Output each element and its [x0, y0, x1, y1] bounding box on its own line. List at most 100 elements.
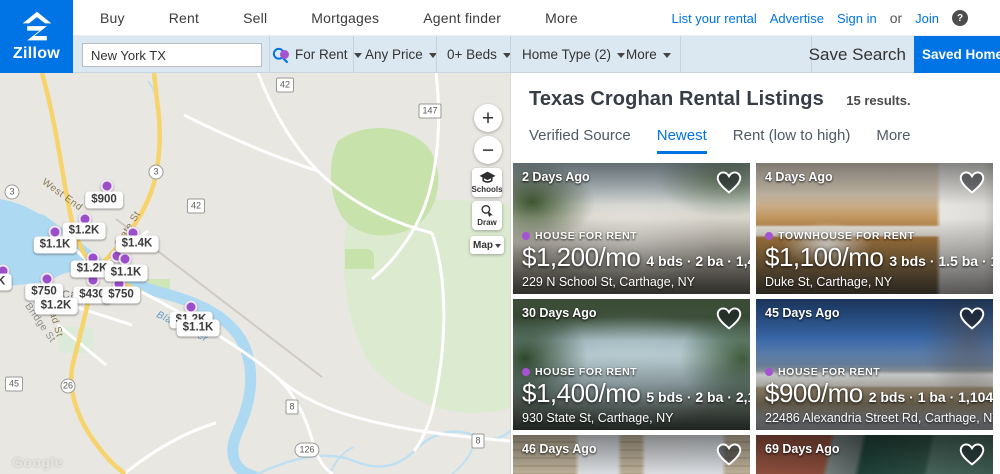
map-price-label[interactable]: $1.2K: [34, 297, 78, 315]
heart-icon: [716, 171, 742, 194]
map-attribution: Google: [12, 454, 64, 470]
divider: [269, 36, 270, 73]
favorite-button[interactable]: [958, 305, 986, 334]
filter-any-price-label: Any Price: [365, 47, 423, 62]
filter-for-rent-label: For Rent: [295, 47, 348, 62]
filter-for-rent[interactable]: For Rent: [280, 36, 362, 73]
listing-price: $1,400/mo: [522, 378, 641, 408]
sort-newest[interactable]: Newest: [656, 127, 707, 154]
filter-home-type-label: Home Type (2): [522, 47, 612, 62]
favorite-button[interactable]: [715, 305, 743, 334]
logo-wordmark: Zillow: [12, 45, 61, 62]
listing-address: 22486 Alexandria Street Rd, Carthage, NY: [765, 411, 993, 425]
category-label: HOUSE FOR RENT: [535, 230, 638, 242]
listing-info: HOUSE FOR RENT $1,200/mo 4 bds · 2 ba · …: [522, 230, 750, 289]
zoom-in-button[interactable]: +: [474, 104, 502, 132]
nav-rent[interactable]: Rent: [169, 10, 199, 26]
draw-label: Draw: [477, 218, 497, 227]
listing-card[interactable]: 30 Days Ago HOUSE FOR RENT $1,400/mo 5 b…: [513, 299, 750, 430]
listing-card[interactable]: 2 Days Ago HOUSE FOR RENT $1,200/mo 4 bd…: [513, 163, 750, 294]
join-link[interactable]: Join: [915, 11, 939, 26]
results-header: Texas Croghan Rental Listings 15 results…: [511, 73, 1000, 111]
favorite-button[interactable]: [715, 169, 743, 198]
divider: [680, 36, 681, 73]
route-shield: 147: [418, 103, 442, 119]
heart-icon: [959, 443, 985, 466]
category-label: HOUSE FOR RENT: [535, 366, 638, 378]
advertise-link[interactable]: Advertise: [770, 11, 824, 26]
schools-button[interactable]: Schools: [471, 168, 503, 197]
filter-beds[interactable]: 0+ Beds: [447, 36, 511, 73]
filter-home-type[interactable]: Home Type (2): [522, 36, 626, 73]
route-shield: 3: [4, 184, 20, 200]
nav-sell[interactable]: Sell: [243, 10, 267, 26]
save-search-button[interactable]: Save Search: [809, 36, 906, 73]
top-nav: Buy Rent Sell Mortgages Agent finder Mor…: [0, 0, 1000, 36]
listing-info: TOWNHOUSE FOR RENT $1,100/mo 3 bds · 1.5…: [765, 230, 993, 289]
map-price-label[interactable]: $1.4K: [115, 235, 159, 253]
primary-nav: Buy Rent Sell Mortgages Agent finder Mor…: [100, 0, 578, 36]
list-your-rental-link[interactable]: List your rental: [671, 11, 756, 26]
listing-card[interactable]: 69 Days Ago: [756, 435, 993, 474]
map-price-label[interactable]: $1.1K: [176, 319, 220, 337]
saved-homes-button[interactable]: Saved Homes (0): [914, 36, 1000, 73]
heart-icon: [959, 307, 985, 330]
sign-in-link[interactable]: Sign in: [837, 11, 877, 26]
map-price-label[interactable]: $750: [102, 286, 140, 304]
category-dot-icon: [522, 368, 530, 376]
listing-address: 930 State St, Carthage, NY: [522, 411, 674, 425]
favorite-button[interactable]: [715, 441, 743, 470]
or-text: or: [889, 10, 903, 26]
sort-verified-source[interactable]: Verified Source: [529, 127, 631, 154]
map-price-label[interactable]: $1.1K: [33, 236, 77, 254]
divider: [353, 36, 354, 73]
schools-label: Schools: [471, 185, 503, 194]
listing-details: 3 bds · 1.5 ba · 1,70...: [889, 253, 993, 269]
category-label: TOWNHOUSE FOR RENT: [778, 230, 915, 242]
sort-rent-low-to-high[interactable]: Rent (low to high): [733, 127, 851, 154]
listing-age: 4 Days Ago: [765, 170, 833, 184]
map-price-label[interactable]: $1.1K: [104, 264, 148, 282]
nav-more[interactable]: More: [545, 10, 578, 26]
map-price-label[interactable]: $900: [85, 191, 123, 209]
heart-icon: [959, 171, 985, 194]
nav-mortgages[interactable]: Mortgages: [311, 10, 379, 26]
filter-more-label: More: [626, 47, 657, 62]
listing-card[interactable]: 46 Days Ago: [513, 435, 750, 474]
category-label: HOUSE FOR RENT: [778, 366, 881, 378]
listing-card[interactable]: 4 Days Ago TOWNHOUSE FOR RENT $1,100/mo …: [756, 163, 993, 294]
heart-icon: [716, 307, 742, 330]
map-type-button[interactable]: Map: [470, 236, 504, 254]
help-icon[interactable]: ?: [952, 10, 968, 26]
zoom-out-button[interactable]: −: [474, 136, 502, 164]
nav-buy[interactable]: Buy: [100, 10, 125, 26]
draw-lasso-icon: [480, 205, 493, 217]
listing-details: 4 bds · 2 ba · 1,48...: [646, 253, 750, 269]
draw-button[interactable]: Draw: [472, 201, 502, 230]
filter-more[interactable]: More: [626, 36, 671, 73]
listing-priceline: $1,400/mo 5 bds · 2 ba · 2,12...: [522, 378, 750, 409]
sort-more[interactable]: More: [876, 127, 910, 154]
route-shield: 26: [60, 378, 76, 394]
category-dot-icon: [522, 232, 530, 240]
map[interactable]: 334242147452681268West EndState StN Broa…: [0, 73, 510, 474]
search-input[interactable]: [83, 47, 271, 63]
favorite-button[interactable]: [958, 169, 986, 198]
map-price-label[interactable]: $1.4K: [0, 273, 12, 291]
listing-category: HOUSE FOR RENT: [765, 366, 987, 378]
zillow-logo[interactable]: Zillow: [0, 0, 73, 73]
listing-price: $900/mo: [765, 378, 863, 408]
filter-any-price[interactable]: Any Price: [365, 36, 437, 73]
page-title: Texas Croghan Rental Listings: [529, 88, 824, 110]
route-shield: 45: [4, 376, 24, 392]
listing-details: 2 bds · 1 ba · 1,104 s...: [868, 389, 993, 405]
listing-category: HOUSE FOR RENT: [522, 366, 744, 378]
listing-grid: 2 Days Ago HOUSE FOR RENT $1,200/mo 4 bd…: [511, 154, 1000, 474]
nav-agent-finder[interactable]: Agent finder: [423, 10, 501, 26]
divider: [436, 36, 437, 73]
listing-card[interactable]: 45 Days Ago HOUSE FOR RENT $900/mo 2 bds…: [756, 299, 993, 430]
account-nav: List your rental Advertise Sign in or Jo…: [671, 0, 968, 36]
graduation-cap-icon: [479, 171, 495, 183]
favorite-button[interactable]: [958, 441, 986, 470]
listing-address: Duke St, Carthage, NY: [765, 275, 893, 289]
